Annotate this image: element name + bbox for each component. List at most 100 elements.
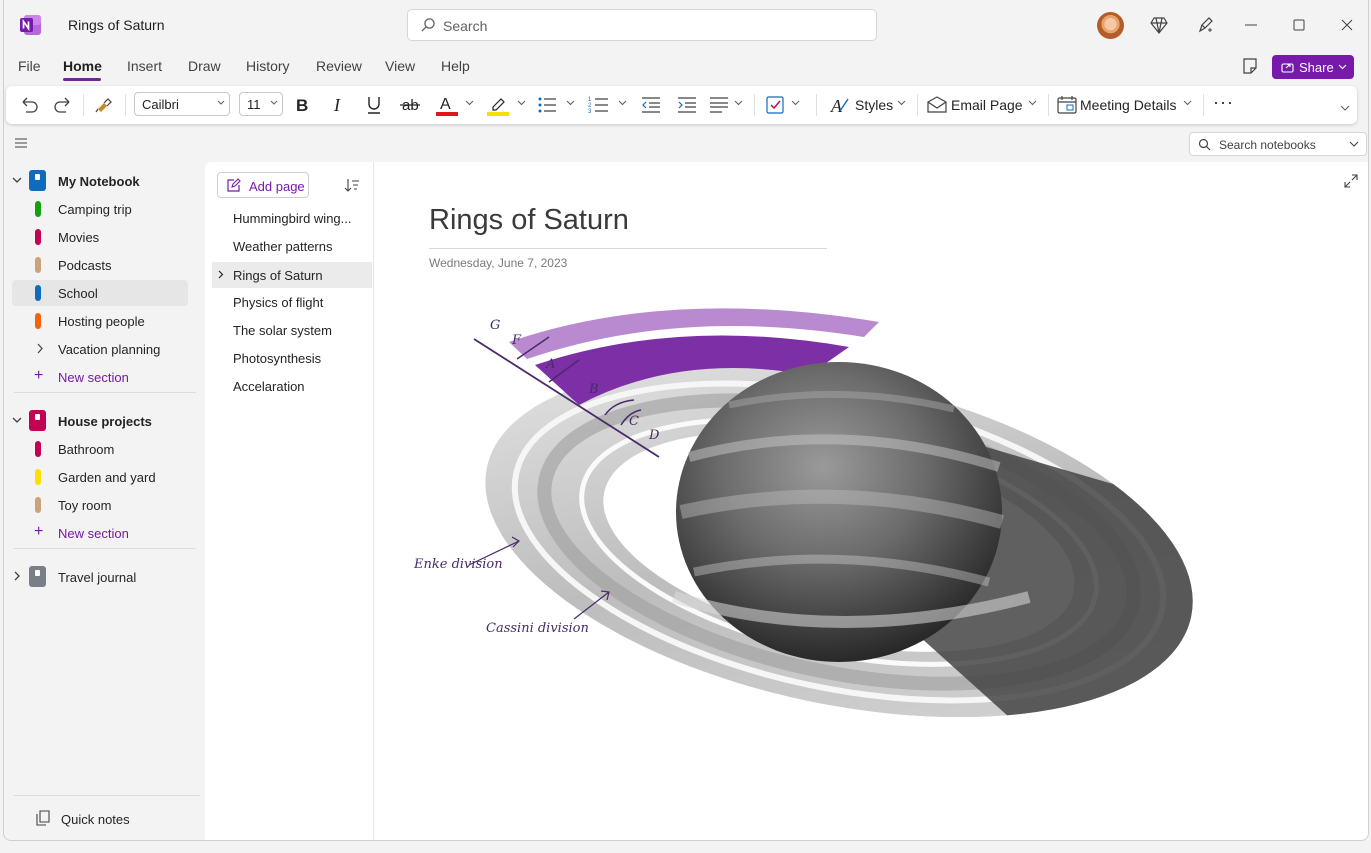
section-name: Vacation planning xyxy=(58,342,161,357)
notebook-house-projects[interactable]: House projects xyxy=(12,408,188,434)
new-section-button[interactable]: + New section xyxy=(12,520,188,546)
chevron-right-icon xyxy=(14,571,20,581)
ribbon-collapse-chevron-icon[interactable] xyxy=(1340,105,1350,111)
pen-sparkle-icon[interactable] xyxy=(1196,15,1216,35)
section-bathroom[interactable]: Bathroom xyxy=(12,436,188,462)
page-title: Rings of Saturn xyxy=(233,268,323,283)
strikethrough-icon[interactable]: ab xyxy=(399,93,421,117)
section-school[interactable]: School xyxy=(12,280,188,306)
section-garden-and-yard[interactable]: Garden and yard xyxy=(12,464,188,490)
meeting-details-icon[interactable] xyxy=(1056,93,1078,117)
search-notebooks-dropdown[interactable]: Search notebooks xyxy=(1189,132,1367,156)
avatar[interactable] xyxy=(1097,12,1124,39)
search-icon xyxy=(1198,138,1211,151)
font-color-icon[interactable]: A xyxy=(435,93,459,117)
styles-icon[interactable]: A xyxy=(830,93,852,117)
tab-draw[interactable]: Draw xyxy=(188,58,221,74)
add-page-button[interactable]: Add page xyxy=(217,172,309,198)
font-name-dropdown[interactable]: Cailbri xyxy=(134,92,230,116)
undo-icon[interactable] xyxy=(18,93,40,117)
onenote-logo-icon xyxy=(20,15,41,35)
chevron-down-icon[interactable] xyxy=(1183,100,1192,106)
quick-notes-button[interactable]: Quick notes xyxy=(14,795,200,840)
page-title: Accelaration xyxy=(233,379,305,394)
tab-file[interactable]: File xyxy=(18,58,41,74)
active-tab-indicator xyxy=(63,78,101,81)
section-hosting-people[interactable]: Hosting people xyxy=(12,308,188,334)
section-movies[interactable]: Movies xyxy=(12,224,188,250)
meeting-details-label[interactable]: Meeting Details xyxy=(1080,97,1177,113)
more-options-icon[interactable]: ··· xyxy=(1213,92,1234,113)
svg-text:3: 3 xyxy=(588,109,592,115)
section-name: Podcasts xyxy=(58,258,112,273)
format-painter-icon[interactable] xyxy=(92,93,114,117)
email-icon[interactable] xyxy=(926,93,948,117)
tab-history[interactable]: History xyxy=(246,58,290,74)
maximize-icon[interactable] xyxy=(1288,14,1310,36)
svg-text:A: A xyxy=(830,96,843,116)
sticky-notes-icon[interactable] xyxy=(1241,57,1259,75)
redo-icon[interactable] xyxy=(52,93,74,117)
chevron-down-icon[interactable] xyxy=(566,100,575,106)
page-item-active[interactable]: Rings of Saturn xyxy=(212,262,372,288)
search-input[interactable]: Search xyxy=(407,9,877,41)
bullets-icon[interactable] xyxy=(536,93,558,117)
quick-notes-icon xyxy=(36,810,50,826)
bold-icon[interactable]: B xyxy=(292,93,312,117)
close-icon[interactable] xyxy=(1336,14,1358,36)
page-item[interactable]: The solar system xyxy=(212,317,372,343)
notebook-my-notebook[interactable]: My Notebook xyxy=(12,168,188,194)
chevron-down-icon[interactable] xyxy=(897,100,906,106)
chevron-down-icon[interactable] xyxy=(465,100,474,106)
align-icon[interactable] xyxy=(708,93,730,117)
tab-view[interactable]: View xyxy=(385,58,415,74)
section-camping-trip[interactable]: Camping trip xyxy=(12,196,188,222)
section-toy-room[interactable]: Toy room xyxy=(12,492,188,518)
new-section-label: New section xyxy=(58,370,129,385)
increase-indent-icon[interactable] xyxy=(676,93,698,117)
chevron-down-icon[interactable] xyxy=(734,100,743,106)
tab-insert[interactable]: Insert xyxy=(127,58,162,74)
plus-icon: + xyxy=(34,367,44,384)
email-page-label[interactable]: Email Page xyxy=(951,97,1023,113)
tab-home[interactable]: Home xyxy=(63,58,102,74)
page-item[interactable]: Accelaration xyxy=(212,373,372,399)
notebook-name: My Notebook xyxy=(58,174,140,189)
notebook-icon xyxy=(29,566,46,587)
hamburger-menu-icon[interactable] xyxy=(14,137,28,149)
tab-help[interactable]: Help xyxy=(441,58,470,74)
section-group-vacation-planning[interactable]: Vacation planning xyxy=(12,336,188,362)
highlight-icon[interactable] xyxy=(486,93,510,117)
diamond-icon[interactable] xyxy=(1149,15,1169,35)
minimize-icon[interactable] xyxy=(1240,14,1262,36)
ring-label-f: F xyxy=(512,333,522,348)
todo-tag-icon[interactable] xyxy=(764,93,786,117)
decrease-indent-icon[interactable] xyxy=(640,93,662,117)
sort-icon[interactable] xyxy=(344,177,360,193)
page-date: Wednesday, June 7, 2023 xyxy=(429,256,568,270)
share-button[interactable]: Share xyxy=(1272,55,1354,79)
font-size-dropdown[interactable]: 11 xyxy=(239,92,283,116)
page-item[interactable]: Weather patterns xyxy=(212,233,372,259)
italic-icon[interactable]: I xyxy=(329,93,349,117)
section-podcasts[interactable]: Podcasts xyxy=(12,252,188,278)
page-item[interactable]: Physics of flight xyxy=(212,289,372,315)
underline-icon[interactable] xyxy=(364,93,384,117)
page-canvas[interactable]: Rings of Saturn Wednesday, June 7, 2023 xyxy=(373,162,1368,840)
numbering-icon[interactable]: 123 xyxy=(588,93,610,117)
chevron-down-icon[interactable] xyxy=(517,100,526,106)
chevron-down-icon[interactable] xyxy=(618,100,627,106)
notebook-travel-journal[interactable]: Travel journal xyxy=(12,564,188,590)
new-section-button[interactable]: + New section xyxy=(12,364,188,390)
page-heading[interactable]: Rings of Saturn xyxy=(429,204,629,237)
page-item[interactable]: Hummingbird wing... xyxy=(212,205,372,231)
chevron-down-icon[interactable] xyxy=(791,100,800,106)
section-name: Hosting people xyxy=(58,314,145,329)
chevron-down-icon[interactable] xyxy=(1028,100,1037,106)
page-item[interactable]: Photosynthesis xyxy=(212,345,372,371)
expand-icon[interactable] xyxy=(1344,174,1358,188)
styles-label[interactable]: Styles xyxy=(855,97,893,113)
section-name: Toy room xyxy=(58,498,112,513)
section-name: School xyxy=(58,286,98,301)
tab-review[interactable]: Review xyxy=(316,58,362,74)
